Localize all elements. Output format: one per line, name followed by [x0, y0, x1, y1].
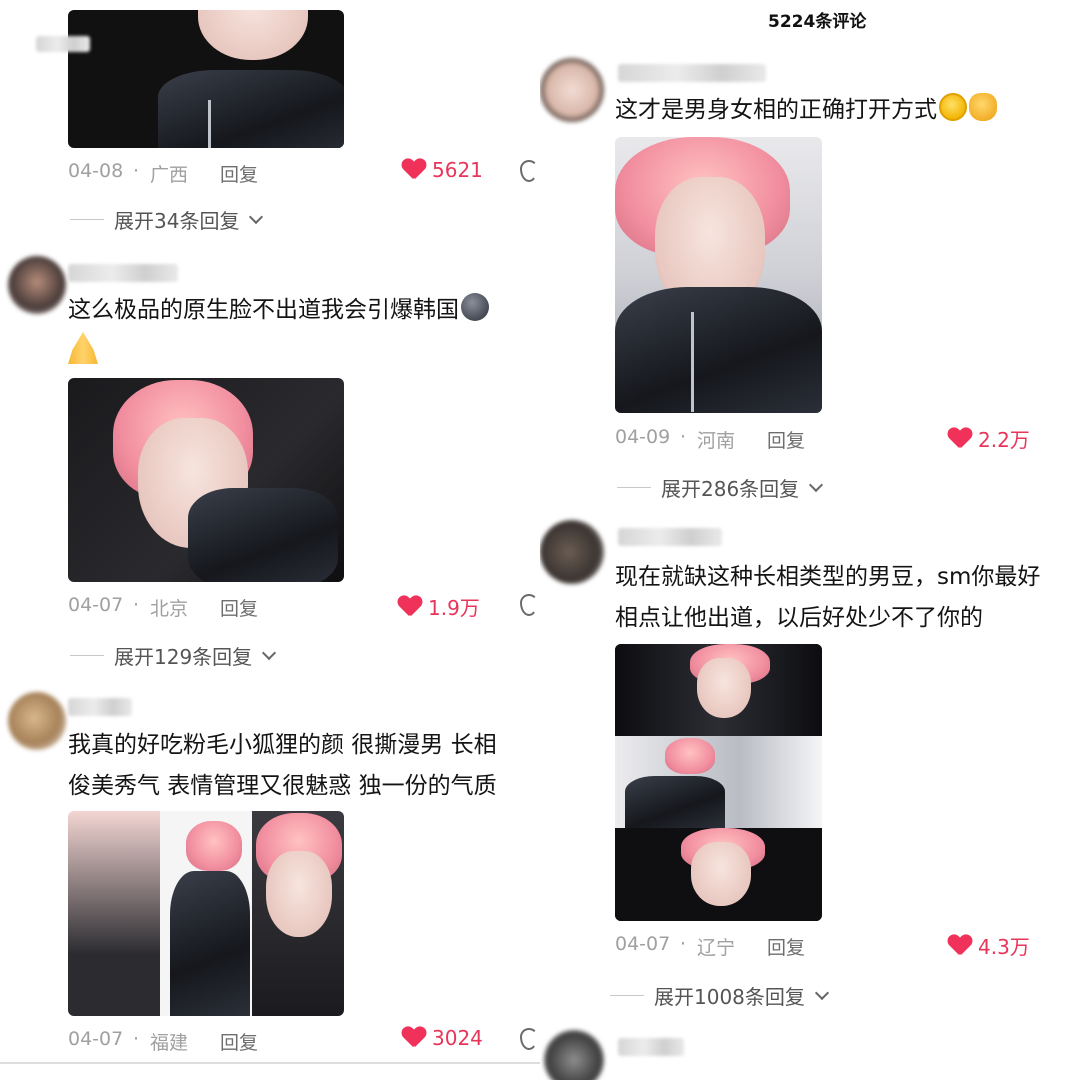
divider-dash	[70, 219, 104, 220]
avatar[interactable]	[8, 256, 66, 314]
meta-separator: ·	[680, 426, 687, 448]
like-button[interactable]: 2.2万	[948, 424, 1030, 453]
like-button[interactable]: 5621	[402, 158, 483, 182]
like-count: 4.3万	[978, 935, 1030, 959]
dislike-icon[interactable]	[520, 160, 538, 182]
reply-button[interactable]: 回复	[767, 426, 805, 453]
meta-separator: ·	[680, 933, 687, 955]
comment-photo-set[interactable]	[68, 811, 344, 1016]
expand-replies-button[interactable]: 展开1008条回复	[610, 981, 829, 1010]
comment-location: 辽宁	[697, 937, 736, 959]
comment-photo[interactable]	[68, 10, 344, 148]
comment-date: 04-08	[68, 160, 124, 182]
username-blurred[interactable]	[618, 528, 722, 546]
avatar[interactable]	[544, 1030, 604, 1080]
chevron-down-icon	[262, 645, 277, 660]
photo-panel-3	[615, 828, 822, 921]
photo-panel-1	[68, 811, 160, 1016]
comment-date: 04-07	[68, 594, 124, 616]
heart-icon	[948, 428, 972, 450]
expand-replies-button[interactable]: 展开286条回复	[617, 473, 824, 502]
heart-icon	[398, 596, 422, 618]
like-count: 2.2万	[978, 428, 1030, 452]
chevron-down-icon	[249, 209, 264, 224]
expand-replies-label: 展开286条回复	[661, 477, 800, 501]
comment-text: 这才是男身女相的正确打开方式	[615, 90, 997, 130]
folded-hands-icon	[68, 332, 98, 364]
username-blurred[interactable]	[618, 1038, 684, 1056]
gloomy-face-icon	[461, 293, 489, 321]
reply-button[interactable]: 回复	[220, 1028, 258, 1055]
meta-separator: ·	[133, 594, 140, 616]
dislike-icon[interactable]	[520, 594, 538, 616]
reply-button[interactable]: 回复	[220, 594, 258, 621]
divider-dash	[617, 487, 651, 488]
comment-date: 04-09	[615, 426, 671, 448]
expand-replies-button[interactable]: 展开129条回复	[70, 641, 277, 670]
avatar[interactable]	[8, 692, 66, 750]
right-comment-column: 5224条评论 这才是男身女相的正确打开方式 04-09 · 河南 回复 2.2…	[540, 0, 1080, 1080]
heart-icon	[948, 935, 972, 957]
heart-icon	[402, 159, 426, 181]
expand-replies-label: 展开129条回复	[114, 645, 253, 669]
comment-screenshot-collage: 04-08 · 广西 回复 5621 展开34条回复 这么极品的原生脸不出道我会…	[0, 0, 1080, 1080]
chevron-down-icon	[814, 985, 829, 1000]
like-button[interactable]: 4.3万	[948, 931, 1030, 960]
avatar[interactable]	[540, 520, 604, 584]
comment-text: 这么极品的原生脸不出道我会引爆韩国	[68, 290, 489, 330]
heart-icon	[402, 1027, 426, 1049]
dislike-icon[interactable]	[520, 1028, 538, 1050]
like-count: 5621	[432, 158, 483, 182]
like-count: 1.9万	[428, 596, 480, 620]
username-blurred[interactable]	[618, 64, 766, 82]
comment-photo[interactable]	[68, 378, 344, 582]
comment-text: 我真的好吃粉毛小狐狸的颜 很撕漫男 长相	[68, 732, 497, 758]
comment-location: 河南	[697, 430, 736, 452]
like-count: 3024	[432, 1026, 483, 1050]
meta-separator: ·	[133, 1028, 140, 1050]
expand-replies-label: 展开1008条回复	[654, 985, 805, 1009]
comment-text-line2: 相点让他出道，以后好处少不了你的	[615, 605, 983, 631]
like-button[interactable]: 1.9万	[398, 592, 480, 621]
photo-panel-1	[615, 644, 822, 736]
comment-text-line2	[68, 332, 98, 373]
comment-text-line2: 俊美秀气 表情管理又很魅惑 独一份的气质	[68, 773, 497, 799]
meta-separator: ·	[133, 160, 140, 182]
bottom-divider	[0, 1062, 540, 1064]
avatar[interactable]	[540, 58, 604, 122]
like-button[interactable]: 3024	[402, 1026, 483, 1050]
username-blurred[interactable]	[68, 698, 132, 716]
ok-hand-icon	[969, 93, 997, 121]
expand-replies-label: 展开34条回复	[114, 209, 240, 233]
expand-replies-button[interactable]: 展开34条回复	[70, 205, 264, 234]
left-comment-column: 04-08 · 广西 回复 5621 展开34条回复 这么极品的原生脸不出道我会…	[0, 0, 540, 1080]
username-blurred[interactable]	[36, 36, 90, 52]
reply-button[interactable]: 回复	[767, 933, 805, 960]
chevron-down-icon	[809, 477, 824, 492]
comment-date: 04-07	[68, 1028, 124, 1050]
comment-date: 04-07	[615, 933, 671, 955]
comment-text: 现在就缺这种长相类型的男豆，sm你最好	[615, 564, 1041, 590]
username-blurred[interactable]	[68, 264, 178, 282]
comment-location: 福建	[150, 1032, 189, 1054]
photo-panel-2	[160, 811, 252, 1016]
photo-panel-2	[615, 736, 822, 828]
comment-location: 北京	[150, 598, 189, 620]
divider-dash	[610, 995, 644, 996]
photo-panel-3	[252, 811, 344, 1016]
reply-button[interactable]: 回复	[220, 160, 258, 187]
comment-photo-set[interactable]	[615, 644, 822, 921]
divider-dash	[70, 655, 104, 656]
comment-count-title: 5224条评论	[768, 12, 867, 32]
comment-photo[interactable]	[615, 137, 822, 413]
comment-location: 广西	[150, 164, 189, 186]
rofl-emoji-icon	[939, 93, 967, 121]
